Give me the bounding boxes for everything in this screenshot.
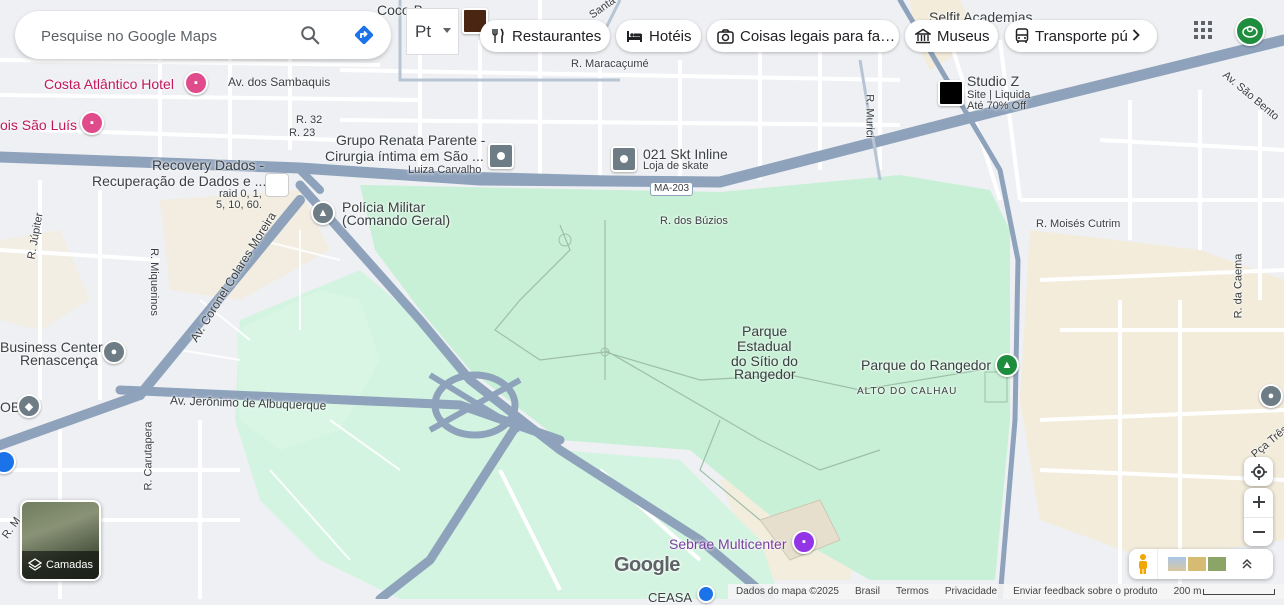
my-location-button[interactable]: [1244, 457, 1273, 486]
camera-icon: [717, 28, 734, 44]
road-label-buzios: R. dos Búzios: [660, 215, 728, 227]
recovery-logo[interactable]: [265, 173, 289, 197]
place-marker-icon[interactable]: ●: [1259, 384, 1283, 408]
poi-sub-studio-z-2: Até 70% Off: [967, 100, 1027, 112]
footer-privacy[interactable]: Privacidade: [937, 586, 1005, 597]
poi-label-recovery-2[interactable]: Recuperação de Dados e ...: [92, 174, 266, 189]
pegman-icon[interactable]: [1129, 549, 1158, 579]
chevron-right-icon[interactable]: [1127, 23, 1151, 47]
road-label-maracacume: R. Maracaçumé: [571, 58, 649, 70]
road-label-murici: R. Murici: [863, 94, 876, 138]
search-icon[interactable]: [298, 23, 322, 47]
road-label-sambaquis: Av. dos Sambaquis: [228, 75, 331, 89]
poi-label-sao-luis[interactable]: ois São Luís: [0, 117, 77, 133]
minus-icon: [1252, 530, 1265, 533]
scale-bar: [1203, 588, 1276, 595]
layers-label: Camadas: [45, 559, 94, 571]
road-label-caema: R. da Caema: [1232, 253, 1245, 319]
pegman-strip: [1129, 549, 1273, 579]
road-label-moises: R. Moisés Cutrim: [1036, 218, 1121, 230]
neighborhood-alto-calhau: ALTO DO CALHAU: [857, 386, 958, 397]
zoom-controls: [1244, 488, 1273, 546]
route-shield-ma203: MA-203: [650, 182, 694, 196]
poi-label-grupo-renata-1[interactable]: Grupo Renata Parente -: [336, 133, 485, 148]
school-icon[interactable]: ◆: [17, 394, 41, 418]
directions-icon[interactable]: [351, 22, 377, 48]
search-input[interactable]: [39, 11, 293, 61]
shopping-icon[interactable]: [697, 585, 715, 603]
footer-country[interactable]: Brasil: [847, 586, 888, 597]
road-label-r23: R. 23: [289, 127, 316, 139]
chip-hoteis[interactable]: Hotéis: [616, 20, 701, 52]
plus-icon: [1252, 496, 1265, 509]
museum-icon: [915, 28, 931, 44]
footer-terms[interactable]: Termos: [888, 586, 937, 597]
studio-z-logo[interactable]: [938, 80, 964, 106]
poi-sub-skt-inline: Loja de skate: [643, 160, 709, 172]
chevron-down-icon[interactable]: [443, 28, 451, 33]
poi-label-recovery-1[interactable]: Recovery Dados -: [152, 158, 264, 173]
scale-label[interactable]: 200 m: [1166, 586, 1204, 597]
chip-label: Transporte pú: [1035, 27, 1128, 45]
google-logo: Google: [614, 554, 680, 576]
park-label-estadual-2[interactable]: Estadual: [737, 339, 791, 354]
government-icon[interactable]: ▲: [311, 201, 335, 225]
zoom-in-button[interactable]: [1244, 488, 1273, 518]
poi-sub-grupo-renata-3: Luiza Carvalho: [408, 164, 482, 176]
poi-label-ceasa[interactable]: CEASA: [648, 590, 692, 605]
office-icon[interactable]: ▪: [792, 530, 816, 554]
chip-label: Restaurantes: [512, 27, 602, 45]
poi-label-sebrae[interactable]: Sebrae Multicenter: [669, 536, 787, 552]
footer-feedback[interactable]: Enviar feedback sobre o produto: [1005, 586, 1166, 597]
road-label-carutapera: R. Carutapera: [142, 421, 155, 491]
place-marker-icon[interactable]: [488, 143, 514, 169]
poi-sub-recovery-4: 5, 10, 60.: [216, 199, 262, 211]
hotel-icon[interactable]: ▪: [184, 71, 208, 95]
terrain-thumbnail-icon[interactable]: [1188, 557, 1206, 571]
layers-button[interactable]: Camadas: [20, 500, 101, 581]
crosshair-icon: [1250, 463, 1267, 480]
zoom-out-button[interactable]: [1244, 518, 1273, 547]
poi-label-business-2[interactable]: Renascença: [20, 353, 98, 368]
chip-coisas-legais[interactable]: Coisas legais para fa…: [707, 20, 899, 52]
input-tools-toggle[interactable]: Pt: [406, 8, 459, 55]
road-label-miquerinos: R. Miquerinos: [147, 248, 160, 316]
place-marker-icon[interactable]: ●: [102, 340, 126, 364]
park-label-estadual-1[interactable]: Parque: [742, 324, 787, 339]
input-tools-label: Pt: [415, 21, 432, 41]
search-box: [15, 11, 391, 61]
bus-icon: [1015, 28, 1029, 43]
bed-icon: [627, 31, 642, 42]
chip-label: Hotéis: [649, 27, 692, 45]
fork-knife-icon: [492, 28, 504, 43]
road-label-r32: R. 32: [296, 114, 323, 126]
chip-restaurantes[interactable]: Restaurantes: [480, 20, 610, 52]
poi-label-costa-atlantico[interactable]: Costa Atlântico Hotel: [44, 76, 174, 92]
hotel-icon[interactable]: ▪: [80, 111, 104, 135]
poi-label-grupo-renata-2[interactable]: Cirurgia íntima em São ...: [325, 149, 484, 164]
chip-museus[interactable]: Museus: [905, 20, 998, 52]
satellite-thumbnail-icon[interactable]: [1208, 557, 1226, 571]
poi-label-policia-2[interactable]: (Comando Geral): [342, 213, 450, 228]
park-label-estadual-4[interactable]: Rangedor: [734, 367, 796, 382]
chevron-up-icon[interactable]: [1240, 554, 1254, 574]
chip-transporte[interactable]: Transporte pú: [1005, 20, 1157, 52]
avatar[interactable]: [1235, 16, 1265, 46]
park-tree-icon[interactable]: ▲: [995, 353, 1019, 377]
imagery-thumbnail-icon[interactable]: [1168, 557, 1186, 571]
footer-data[interactable]: Dados do mapa ©2025: [728, 586, 847, 597]
place-marker-icon[interactable]: [611, 146, 637, 172]
poi-label-parque-rangedor[interactable]: Parque do Rangedor: [861, 358, 991, 373]
poi-label-studio-z[interactable]: Studio Z: [967, 74, 1019, 89]
layers-caption: Camadas: [22, 551, 99, 579]
chip-label: Coisas legais para fa…: [740, 27, 896, 45]
attribution-footer: Dados do mapa ©2025 Brasil Termos Privac…: [728, 584, 1284, 599]
chip-label: Museus: [937, 27, 990, 45]
apps-grid-icon[interactable]: [1193, 20, 1213, 40]
layers-icon: [27, 558, 42, 571]
